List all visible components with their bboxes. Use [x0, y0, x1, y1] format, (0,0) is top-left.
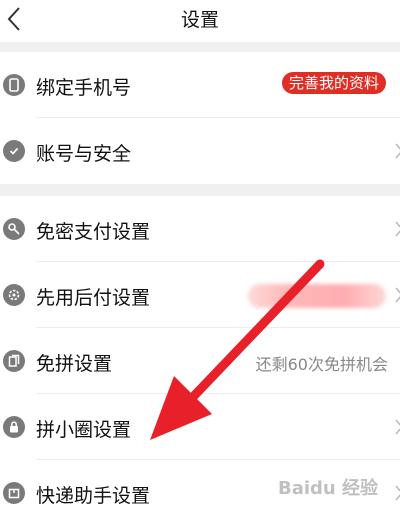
key-icon [3, 218, 25, 240]
complete-profile-badge[interactable]: 完善我的资料 [281, 72, 386, 94]
chevron-right-icon [395, 221, 400, 237]
page-title: 设置 [180, 9, 219, 31]
chevron-right-icon [395, 143, 400, 159]
box-icon [3, 482, 25, 504]
row-label: 快递助手设置 [36, 485, 151, 507]
section-gap [0, 184, 400, 196]
settings-row-password-free-pay[interactable]: 免密支付设置 [0, 196, 400, 262]
settings-row-pay-later[interactable]: 先用后付设置 [0, 262, 400, 328]
shield-check-icon [3, 140, 25, 162]
blurred-value [248, 284, 386, 308]
chevron-right-icon [395, 485, 400, 501]
settings-row-skip-group[interactable]: 免拼设置 还剩60次免拼机会 [0, 328, 400, 394]
skip-group-remaining: 还剩60次免拼机会 [255, 355, 388, 374]
settings-row-circle[interactable]: 拼小圈设置 [0, 394, 400, 460]
watermark: Baidu 经验 [278, 478, 379, 499]
header-bar: 设置 [0, 0, 400, 42]
row-label: 账号与安全 [36, 143, 132, 165]
chevron-right-icon [395, 419, 400, 435]
section-gap [0, 42, 400, 52]
phone-icon [3, 74, 25, 96]
row-label: 拼小圈设置 [36, 419, 132, 441]
row-label: 绑定手机号 [36, 77, 132, 99]
chevron-right-icon [395, 287, 400, 303]
row-label: 免拼设置 [36, 353, 113, 375]
lock-icon [3, 416, 25, 438]
row-label: 先用后付设置 [36, 287, 151, 309]
row-label: 免密支付设置 [36, 221, 151, 243]
settings-row-account-security[interactable]: 账号与安全 [0, 118, 400, 184]
gear-badge-icon [3, 284, 25, 306]
copy-icon [3, 350, 25, 372]
settings-row-bind-phone[interactable]: 绑定手机号 完善我的资料 [0, 52, 400, 118]
